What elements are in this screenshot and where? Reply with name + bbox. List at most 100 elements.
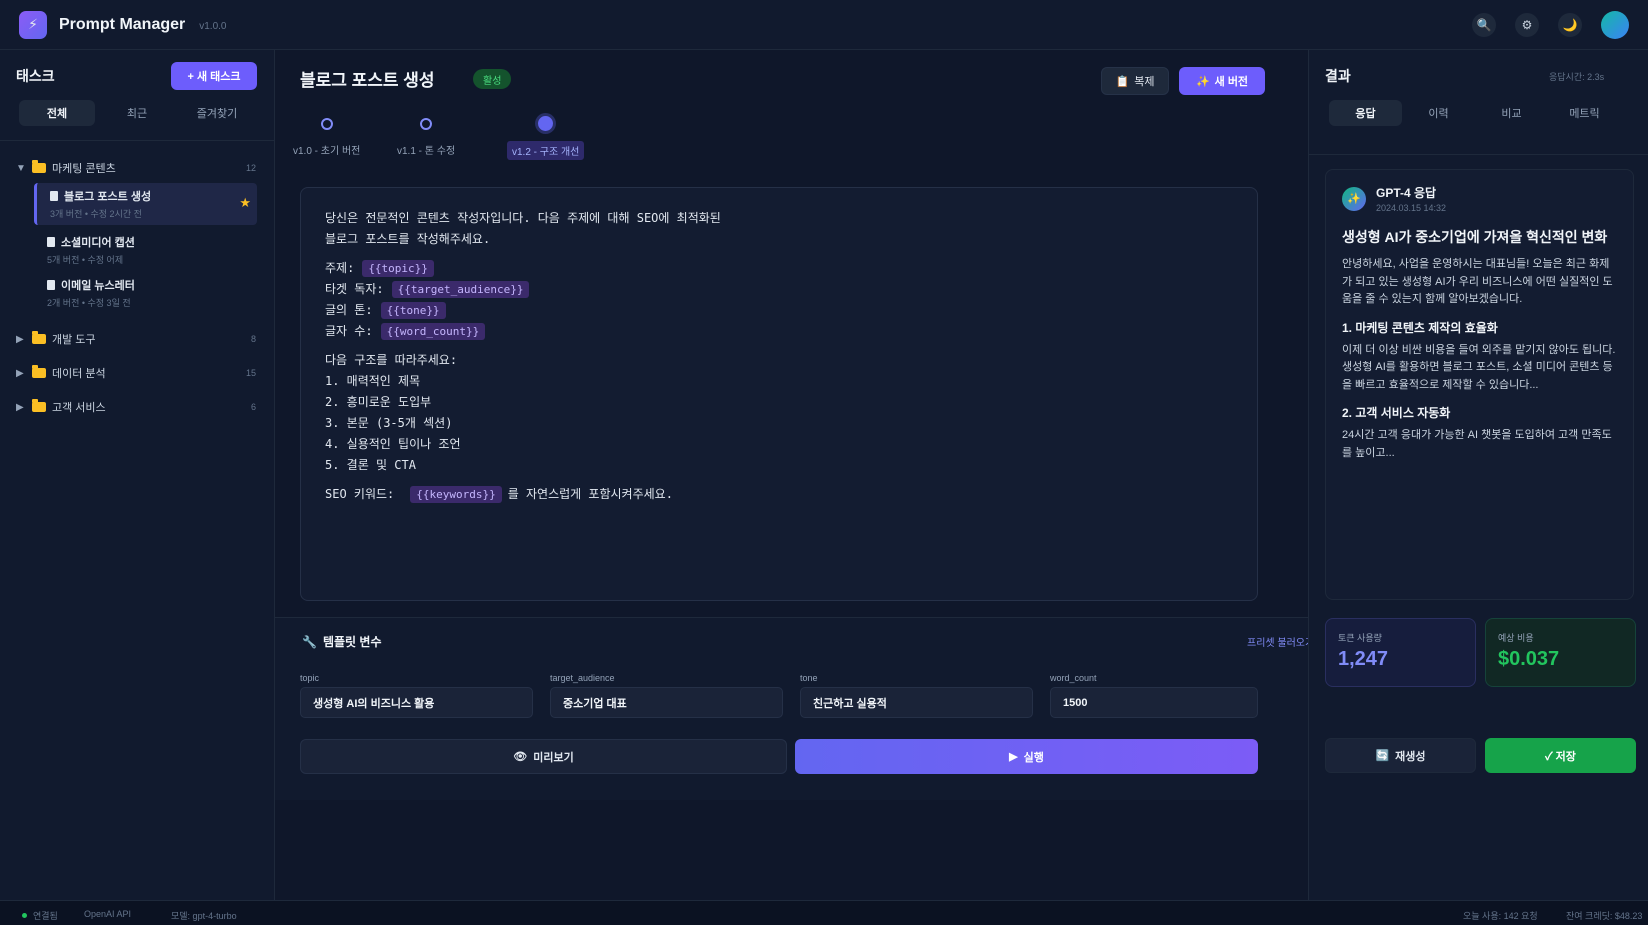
tab-history[interactable]: 이력	[1402, 100, 1475, 126]
topic-input[interactable]	[300, 687, 533, 718]
tab-compare[interactable]: 비교	[1475, 100, 1548, 126]
estimated-cost-card: 예상 비용 $0.037	[1485, 618, 1636, 687]
task-item-blog-post[interactable]: 블로그 포스트 생성 3개 버전 • 수정 2시간 전 ★	[34, 183, 257, 225]
divider	[0, 140, 275, 141]
regenerate-button[interactable]: 🔄 재생성	[1325, 738, 1476, 773]
prompt-editor[interactable]: 당신은 전문적인 콘텐츠 작성자입니다. 다음 주제에 대해 SEO에 최적화된…	[300, 187, 1258, 601]
editor-line: 5. 결론 및 CTA	[325, 458, 416, 472]
folder-marketing[interactable]: ▼ 마케팅 콘텐츠 12	[16, 160, 256, 176]
variable-chip[interactable]: {{word_count}}	[380, 323, 486, 340]
new-task-button[interactable]: + 새 태스크	[171, 62, 257, 90]
wrench-icon: 🔧	[302, 634, 317, 649]
stat-label: 예상 비용	[1498, 633, 1534, 643]
task-item-social-caption[interactable]: 소셜미디어 캡션 5개 버전 • 수정 어제	[34, 229, 257, 271]
tab-all[interactable]: 전체	[19, 100, 95, 126]
editor-line: 당신은 전문적인 콘텐츠 작성자입니다. 다음 주제에 대해 SEO에 최적화된	[325, 211, 721, 225]
task-meta: 3개 버전 • 수정 2시간 전	[50, 209, 142, 219]
variable-chip[interactable]: {{target_audience}}	[391, 281, 530, 298]
variables-title: 🔧 템플릿 변수	[302, 634, 382, 650]
task-meta: 5개 버전 • 수정 어제	[47, 255, 124, 265]
editor-line: 3. 본문 (3-5개 섹션)	[325, 416, 453, 430]
tab-recent[interactable]: 최근	[99, 100, 175, 126]
response-paragraph: 이제 더 이상 비싼 비용을 들여 외주를 맡기지 않아도 됩니다. 생성형 A…	[1342, 343, 1616, 391]
variable-chip[interactable]: {{tone}}	[380, 302, 446, 319]
document-icon	[50, 191, 58, 201]
version-dot	[538, 116, 554, 131]
folder-label: 고객 서비스	[52, 402, 106, 414]
result-tabs: 응답 이력 비교 메트릭	[1329, 100, 1621, 126]
status-badge: 활성	[473, 69, 512, 89]
folder-icon	[32, 365, 46, 378]
folder-label: 개발 도구	[52, 334, 96, 346]
field-label-audience: target_audience	[550, 673, 615, 683]
editor-line: 1. 매력적인 제목	[325, 374, 421, 388]
editor-line: 다음 구조를 따라주세요:	[325, 353, 458, 367]
star-icon[interactable]: ★	[239, 195, 251, 211]
status-bar: 연결됨 OpenAI API 모델: gpt-4-turbo 오늘 사용: 14…	[0, 900, 1648, 925]
page-title: 블로그 포스트 생성	[300, 71, 435, 90]
duplicate-button[interactable]: 📋 복제	[1101, 67, 1169, 95]
new-version-button[interactable]: ✨ 새 버전	[1179, 67, 1265, 95]
moon-icon[interactable]: 🌙	[1558, 12, 1582, 37]
response-date: 2024.03.15 14:32	[1376, 203, 1447, 213]
version-label: v1.2 - 구조 개선	[507, 141, 585, 160]
remaining-credits: 잔여 크레딧: $48.23	[1566, 911, 1643, 921]
response-section-title: 1. 마케팅 콘텐츠 제작의 효율화	[1342, 320, 1498, 335]
version-label: v1.0 - 초기 버전	[293, 146, 361, 157]
editor-var-line: 글의 톤: {{tone}}	[325, 300, 1233, 321]
version-1-2[interactable]: v1.2 - 구조 개선	[507, 116, 585, 160]
folder-label: 마케팅 콘텐츠	[52, 163, 116, 175]
token-usage-card: 토큰 사용량 1,247	[1325, 618, 1476, 687]
target-audience-input[interactable]	[550, 687, 783, 718]
folder-count: 15	[245, 368, 256, 378]
app-version: v1.0.0	[199, 20, 227, 32]
save-button[interactable]: ✓ 저장	[1485, 738, 1636, 773]
folder-dev-tools[interactable]: ▶ 개발 도구 8	[16, 331, 256, 347]
version-1-0[interactable]: v1.0 - 초기 버전	[288, 118, 365, 159]
folder-customer-service[interactable]: ▶ 고객 서비스 6	[16, 399, 256, 415]
run-button[interactable]: ▶ 실행	[795, 739, 1258, 774]
avatar[interactable]	[1601, 10, 1629, 39]
document-icon	[47, 280, 55, 290]
folder-icon	[32, 331, 46, 344]
preview-button[interactable]: 👁 미리보기	[300, 739, 787, 774]
word-count-input[interactable]	[1050, 687, 1258, 718]
tab-metrics[interactable]: 메트릭	[1548, 100, 1621, 126]
editor-var-line: 글자 수: {{word_count}}	[325, 321, 1233, 342]
template-variables-section: 🔧템플릿 변수 프리셋 불러오기 topic target_audience t…	[275, 617, 1314, 800]
tab-response[interactable]: 응답	[1329, 100, 1402, 126]
tab-favorites[interactable]: 즐겨찾기	[179, 100, 255, 126]
editor-var-line: 타겟 독자: {{target_audience}}	[325, 279, 1233, 300]
search-icon[interactable]: 🔍	[1472, 12, 1496, 37]
sparkle-icon: ✨	[1195, 75, 1210, 88]
status-dot-icon	[22, 913, 27, 918]
divider	[1309, 154, 1648, 155]
sparkle-icon: ✨	[1342, 186, 1366, 211]
folder-data-analysis[interactable]: ▶ 데이터 분석 15	[16, 365, 256, 381]
connection-status: 연결됨	[22, 909, 58, 922]
editor-line: 2. 흥미로운 도입부	[325, 395, 432, 409]
clipboard-icon: 📋	[1115, 75, 1130, 88]
sidebar-title: 태스크	[16, 68, 55, 84]
gear-icon[interactable]: ⚙	[1515, 12, 1539, 37]
sidebar: 태스크 + 새 태스크 전체 최근 즐겨찾기 ▼ 마케팅 콘텐츠 12 블로그 …	[0, 50, 275, 900]
variable-chip[interactable]: {{topic}}	[362, 260, 434, 277]
tone-input[interactable]	[800, 687, 1033, 718]
main-panel: 블로그 포스트 생성 활성 📋 복제 ✨ 새 버전 v1.0 - 초기 버전 v1.…	[275, 50, 1314, 900]
load-preset-link[interactable]: 프리셋 불러오기	[1247, 634, 1314, 649]
sidebar-tabs: 전체 최근 즐겨찾기	[19, 100, 259, 126]
caret-right-icon: ▶	[16, 333, 24, 345]
folder-count: 12	[245, 163, 256, 173]
field-label-tone: tone	[800, 673, 818, 683]
version-1-1[interactable]: v1.1 - 톤 수정	[392, 118, 460, 159]
response-card: ✨ GPT-4 응답 2024.03.15 14:32 생성형 AI가 중소기업…	[1325, 169, 1634, 600]
folder-icon	[32, 160, 46, 173]
caret-right-icon: ▶	[16, 367, 24, 379]
task-item-newsletter[interactable]: 이메일 뉴스레터 2개 버전 • 수정 3일 전	[34, 272, 257, 314]
folder-count: 8	[250, 334, 256, 344]
api-provider: OpenAI API	[84, 909, 132, 919]
version-dot	[420, 118, 433, 130]
variable-chip[interactable]: {{keywords}}	[410, 486, 502, 503]
result-panel: 결과 응답시간: 2.3s 응답 이력 비교 메트릭 ✨ GPT-4 응답 20…	[1308, 50, 1648, 900]
task-name: 이메일 뉴스레터	[61, 280, 135, 292]
